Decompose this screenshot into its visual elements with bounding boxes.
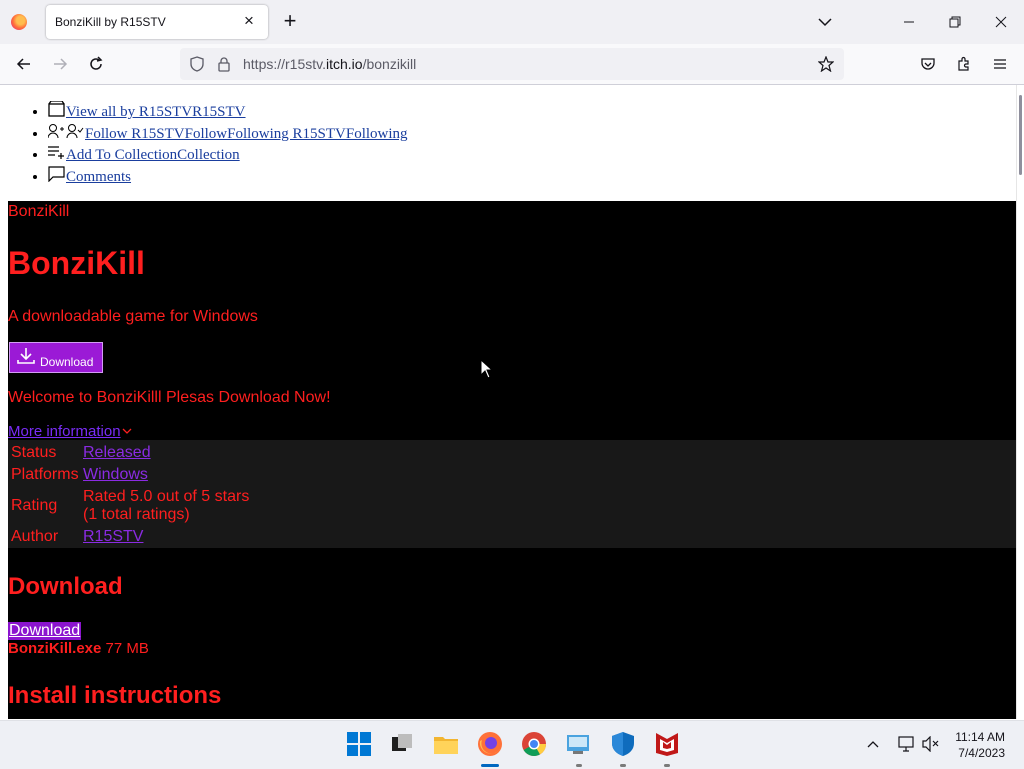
system-clock[interactable]: 11:14 AM 7/4/2023	[955, 729, 1005, 761]
forward-arrow-icon[interactable]	[48, 52, 72, 76]
firefox-logo-icon[interactable]	[11, 14, 27, 30]
file-name: BonziKill.exe	[8, 640, 102, 657]
list-item: Comments	[48, 165, 408, 188]
rating-line-1: Rated 5.0 out of 5 stars	[83, 488, 250, 505]
game-title: BonziKill	[8, 245, 145, 281]
control-panel-icon[interactable]	[565, 731, 591, 757]
info-table: Status Released Platforms Windows Rating…	[8, 440, 1016, 548]
status-label: Status	[11, 444, 57, 461]
comments-icon	[48, 165, 65, 182]
address-bar[interactable]: https://r15stv.itch.io/bonzikill	[180, 48, 844, 80]
view-all-link[interactable]: View all by R15STVR15STV	[66, 104, 246, 120]
itchio-icon	[48, 101, 65, 117]
install-instructions-heading: Install instructions	[8, 682, 222, 709]
file-info: BonziKill.exe 77 MB	[8, 640, 149, 657]
list-item: Follow R15STVFollowFollowing R15STVFollo…	[48, 123, 408, 145]
page-scrollbar[interactable]	[1016, 85, 1024, 719]
network-icon[interactable]	[897, 736, 915, 752]
app-running-indicator	[620, 764, 626, 767]
chrome-icon[interactable]	[521, 731, 547, 757]
platforms-link[interactable]: Windows	[83, 466, 148, 483]
author-value: R15STV	[83, 528, 143, 546]
minimize-icon[interactable]	[886, 0, 932, 44]
author-label: Author	[11, 528, 59, 545]
more-information-label: More information	[8, 423, 121, 440]
status-link[interactable]: Released	[83, 444, 151, 461]
add-to-collection-icon	[48, 146, 64, 159]
page-content: View all by R15STVR15STV Follow R15STVFo…	[0, 85, 1016, 719]
windows-security-icon[interactable]	[610, 731, 636, 757]
firefox-taskbar-icon[interactable]	[477, 731, 503, 757]
volume-muted-icon[interactable]	[922, 736, 940, 752]
author-link[interactable]: R15STV	[83, 528, 143, 545]
restore-icon[interactable]	[932, 0, 978, 44]
list-item: View all by R15STVR15STV	[48, 101, 408, 123]
file-size: 77 MB	[105, 640, 149, 657]
app-running-indicator	[664, 764, 670, 767]
back-arrow-icon[interactable]	[12, 52, 36, 76]
extensions-icon[interactable]	[952, 52, 976, 76]
platforms-value: Windows	[83, 466, 148, 484]
active-app-indicator	[481, 764, 499, 767]
user-links-list: View all by R15STVR15STV Follow R15STVFo…	[0, 101, 408, 187]
download-icon	[17, 348, 35, 364]
lock-icon[interactable]	[216, 56, 232, 72]
header-title: BonziKill	[8, 203, 70, 220]
follow-link[interactable]: Follow R15STVFollowFollowing R15STVFollo…	[85, 126, 408, 142]
tab-active[interactable]: BonziKill by R15STV ×	[46, 5, 268, 39]
more-information-toggle[interactable]: More information	[8, 423, 133, 440]
scrollbar-thumb[interactable]	[1019, 95, 1022, 175]
download-button-label: Download	[40, 355, 94, 369]
bookmark-star-icon[interactable]	[818, 56, 834, 72]
task-view-icon[interactable]	[389, 731, 415, 757]
clock-date: 7/4/2023	[958, 746, 1005, 760]
windows-taskbar: 11:14 AM 7/4/2023	[0, 720, 1024, 769]
mouse-cursor-icon	[480, 359, 494, 379]
rating-line-2: (1 total ratings)	[83, 506, 190, 523]
pocket-icon[interactable]	[916, 52, 940, 76]
close-tab-icon[interactable]: ×	[238, 10, 260, 32]
list-item: Add To CollectionCollection	[48, 144, 408, 166]
clock-time: 11:14 AM	[955, 730, 1005, 744]
platforms-label: Platforms	[11, 466, 79, 483]
follow-user-icon	[48, 123, 84, 138]
mcafee-icon[interactable]	[654, 731, 680, 757]
download-heading: Download	[8, 573, 123, 600]
game-description: Welcome to BonziKilll Plesas Download No…	[8, 389, 331, 406]
tab-title: BonziKill by R15STV	[55, 15, 166, 29]
reload-icon[interactable]	[84, 52, 108, 76]
app-running-indicator	[576, 764, 582, 767]
game-page: BonziKill BonziKill A downloadable game …	[8, 201, 1016, 719]
tab-strip: BonziKill by R15STV × +	[0, 0, 1024, 44]
rating-label: Rating	[11, 497, 58, 514]
windows-start-icon[interactable]	[346, 731, 372, 757]
chevron-down-icon	[122, 428, 132, 434]
game-subtitle: A downloadable game for Windows	[8, 308, 258, 325]
download-file-link[interactable]: Download	[8, 622, 82, 640]
add-to-collection-link[interactable]: Add To CollectionCollection	[66, 147, 240, 163]
status-value: Released	[83, 444, 151, 462]
new-tab-icon[interactable]: +	[278, 10, 302, 34]
file-explorer-icon[interactable]	[433, 731, 459, 757]
close-window-icon[interactable]	[978, 0, 1024, 44]
comments-link[interactable]: Comments	[66, 169, 131, 185]
shield-icon[interactable]	[189, 56, 205, 72]
menu-hamburger-icon[interactable]	[988, 52, 1012, 76]
list-tabs-icon[interactable]	[815, 12, 835, 32]
url-text: https://r15stv.itch.io/bonzikill	[243, 56, 417, 72]
download-button[interactable]: Download	[9, 342, 103, 373]
chevron-up-icon[interactable]	[866, 738, 880, 750]
navigation-toolbar: https://r15stv.itch.io/bonzikill	[0, 44, 1024, 85]
